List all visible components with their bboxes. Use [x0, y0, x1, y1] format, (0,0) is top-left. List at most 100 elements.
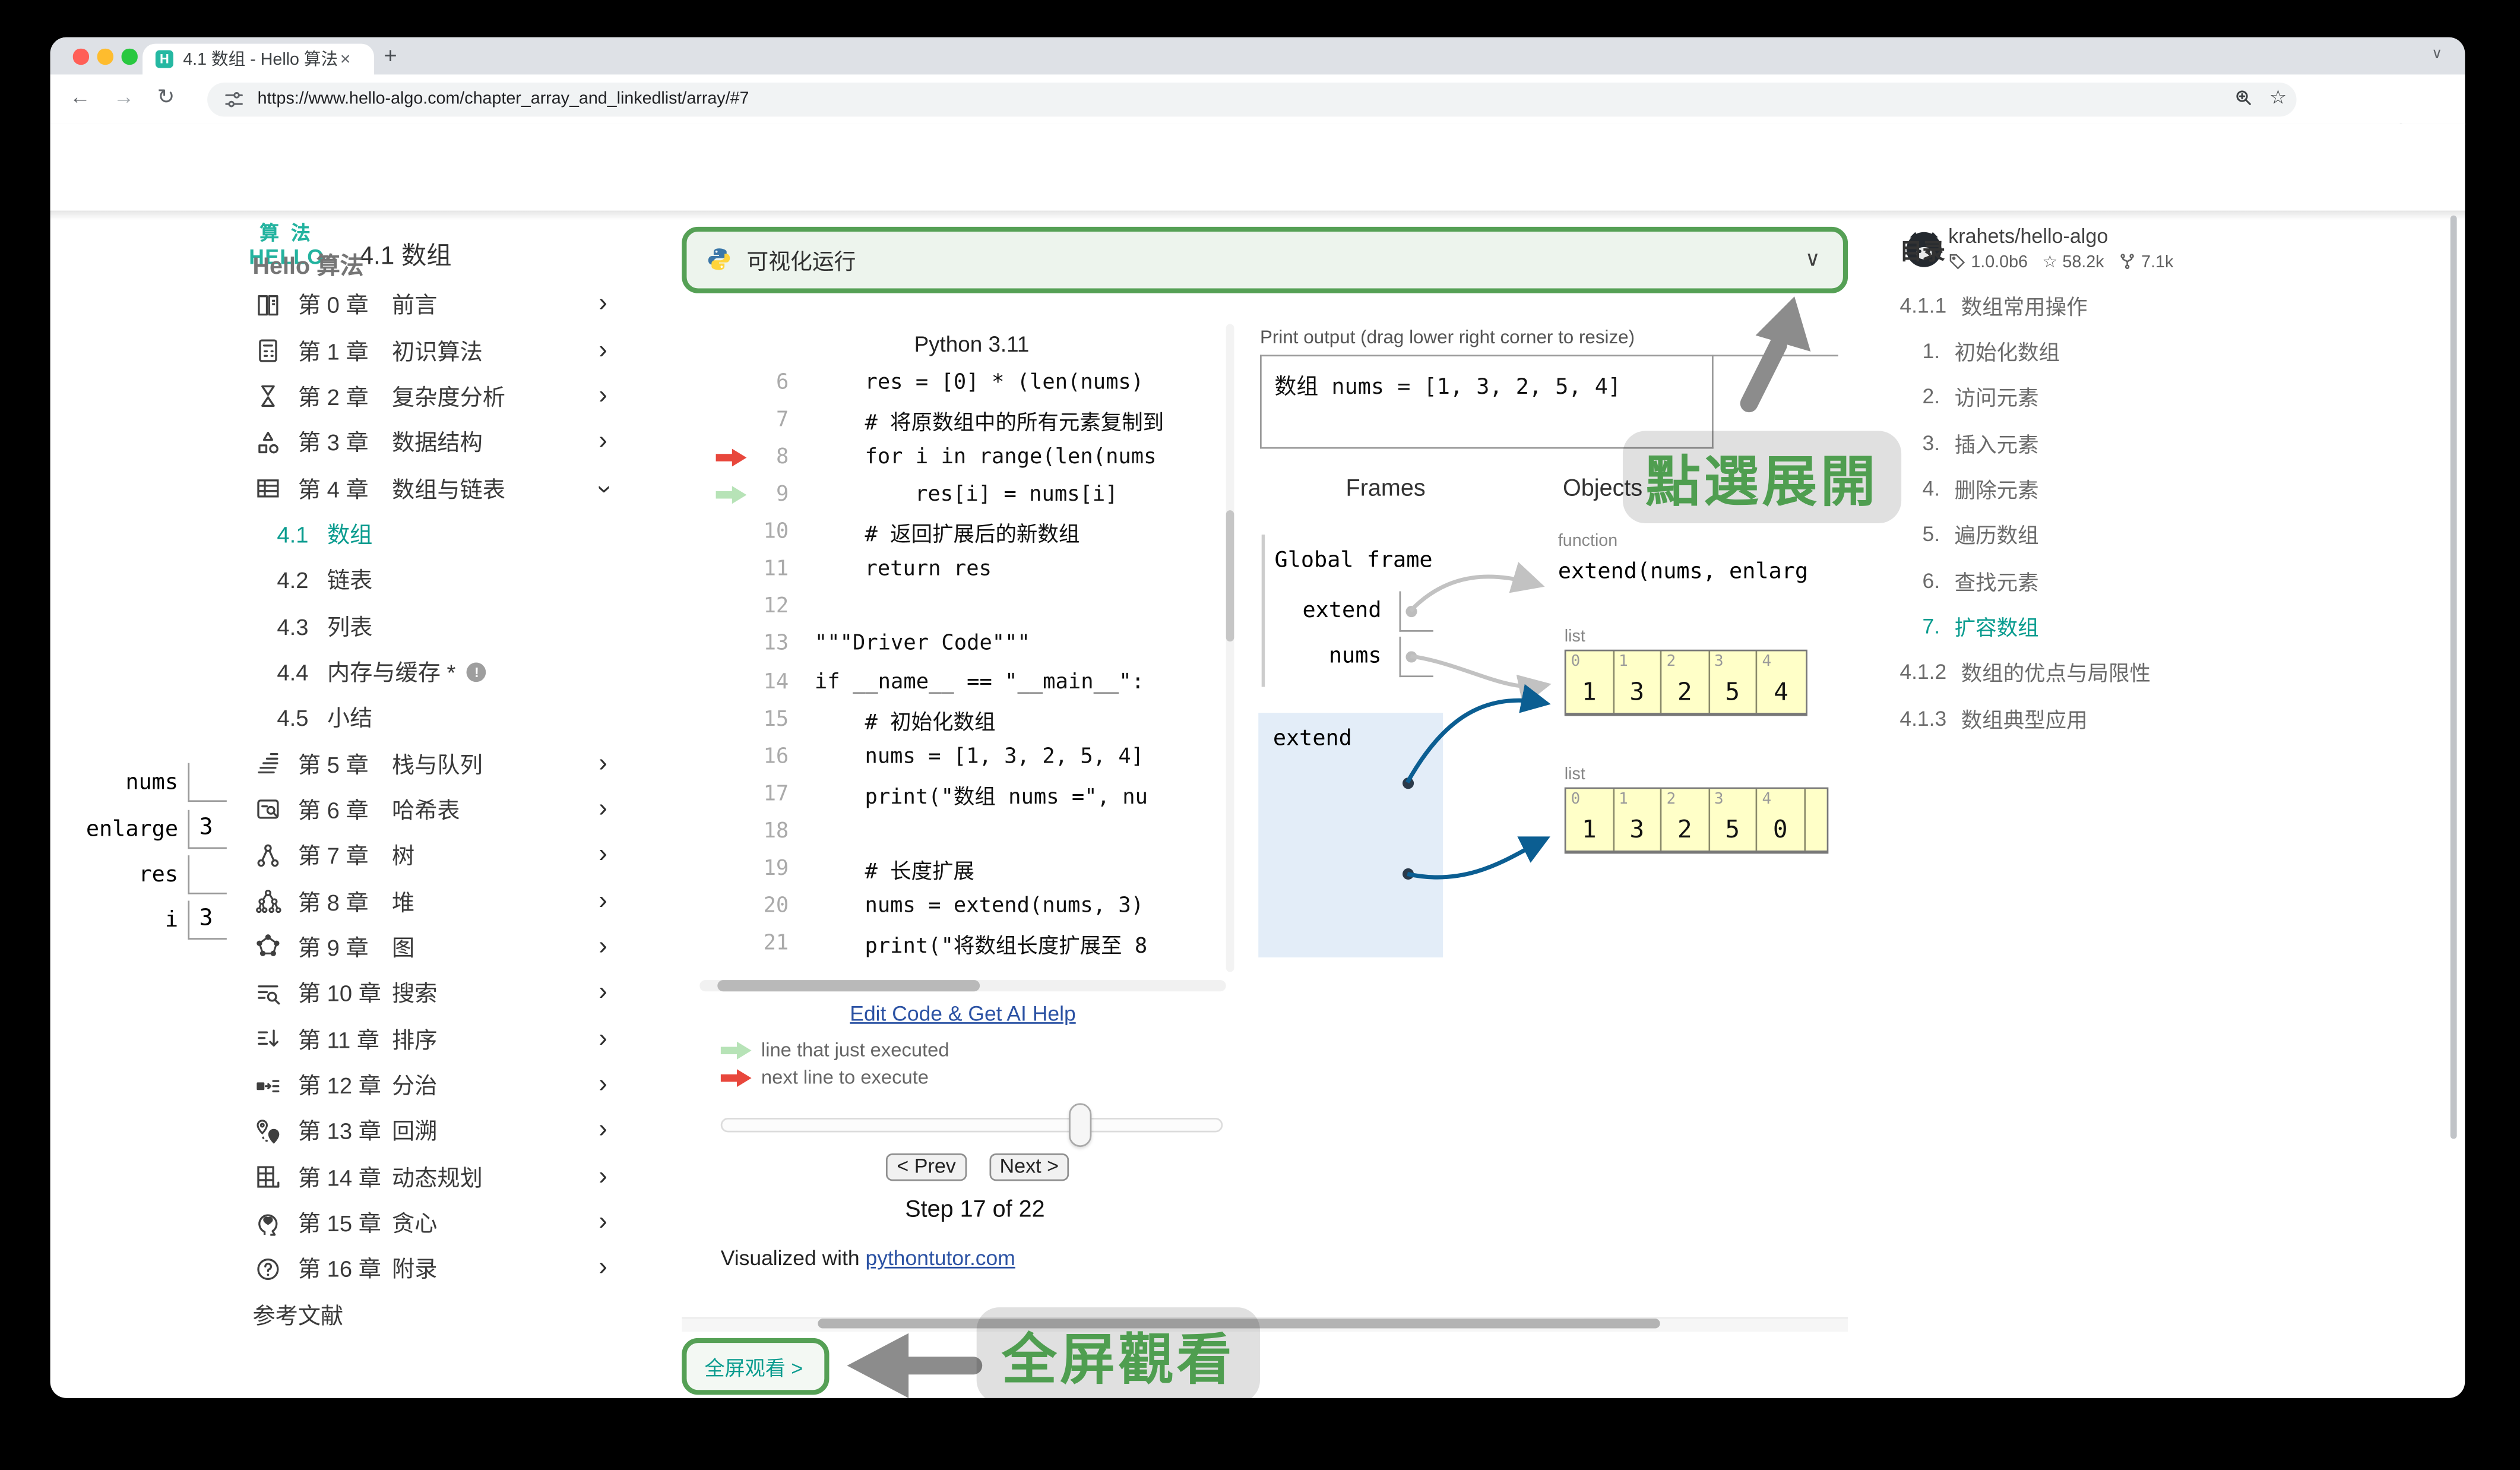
tab-close-icon[interactable]: ×: [340, 49, 351, 69]
python-icon: [706, 246, 732, 273]
arrow-nums-to-list1: [1411, 656, 1545, 687]
reload-button[interactable]: ↻: [157, 84, 175, 110]
back-button[interactable]: ←: [69, 84, 90, 109]
step-slider-thumb[interactable]: [1069, 1103, 1091, 1147]
url-text[interactable]: https://www.hello-algo.com/chapter_array…: [258, 90, 749, 109]
sidebar-item-4-3[interactable]: 4.3 列表: [50, 603, 637, 649]
sidebar-item-4-2[interactable]: 4.2 链表: [50, 557, 637, 603]
toc-item-4[interactable]: 4.删除元素: [1900, 466, 2282, 511]
minimize-window-button[interactable]: [97, 49, 113, 64]
toc-item-6[interactable]: 6.查找元素: [1900, 557, 2282, 603]
arrow-extend-to-function: [1411, 577, 1538, 611]
beta-badge-icon: !: [467, 662, 486, 682]
pythontutor-link[interactable]: pythontutor.com: [866, 1245, 1015, 1270]
code-line: 15# 初始化数组: [699, 701, 1234, 738]
sidebar-item-ch12[interactable]: 第 12 章 分治 ›: [50, 1063, 637, 1108]
code-line: 11return res: [699, 551, 1234, 589]
divide-conquer-icon: [254, 1071, 298, 1099]
zoom-icon[interactable]: [2234, 87, 2255, 108]
frames-heading: Frames: [1346, 476, 1426, 502]
step-indicator: Step 17 of 22: [813, 1197, 1137, 1224]
next-line-arrow-icon: [716, 448, 747, 466]
chevron-right-icon: ›: [599, 1210, 607, 1237]
repo-meta: 1.0.0b6 ☆ 58.2k 7.1k: [1948, 252, 2173, 271]
var-res: res: [65, 861, 178, 887]
sidebar-item-4-1[interactable]: 4.1 数组: [50, 511, 637, 557]
chevron-right-icon: ›: [599, 751, 607, 777]
toc-item-412[interactable]: 4.1.2数组的优点与局限性: [1900, 649, 2282, 695]
browser-tab[interactable]: H 4.1 数组 - Hello 算法 ×: [143, 44, 374, 75]
visual-run-details-toggle[interactable]: 可视化运行 ∨: [682, 227, 1848, 292]
page-title: 4.1 数组: [360, 236, 452, 271]
code-panel[interactable]: 6res = [0] * (len(nums) 7# 将原数组中的所有元素复制到…: [699, 363, 1234, 963]
screenshot-root: H 4.1 数组 - Hello 算法 × + ∨ ← → ↻ https://…: [0, 0, 2520, 1470]
edit-code-link[interactable]: Edit Code & Get AI Help: [699, 1001, 1226, 1026]
browser-window: H 4.1 数组 - Hello 算法 × + ∨ ← → ↻ https://…: [50, 37, 2465, 1398]
page-scrollbar-thumb[interactable]: [2449, 216, 2456, 1139]
sidebar-item-ch3[interactable]: 第 3 章 数据结构 ›: [50, 420, 637, 466]
zoom-window-button[interactable]: [122, 49, 137, 64]
legend-next-line: next line to execute: [721, 1066, 929, 1089]
fork-icon: [2119, 252, 2136, 270]
sidebar-item-ch4[interactable]: 第 4 章 数组与链表 ›: [50, 466, 637, 511]
next-button[interactable]: Next >: [990, 1153, 1069, 1181]
annotation-fullscreen-badge: 全屏觀看: [977, 1307, 1260, 1398]
chevron-right-icon: ›: [599, 1118, 607, 1145]
code-line: 20nums = extend(nums, 3): [699, 888, 1234, 925]
code-horizontal-scrollbar-thumb[interactable]: [717, 980, 980, 991]
site-settings-icon[interactable]: [223, 88, 244, 109]
sidebar-item-ch13[interactable]: 第 13 章 回溯 ›: [50, 1108, 637, 1154]
runtime-label: Python 3.11: [810, 332, 1134, 356]
step-slider[interactable]: [721, 1118, 1223, 1133]
bookmark-star-icon[interactable]: ☆: [2269, 87, 2287, 108]
sidebar-item-ch15[interactable]: 第 15 章 贪心 ›: [50, 1200, 637, 1246]
var-extend-nums-cell: [188, 763, 226, 802]
sidebar-item-ch2[interactable]: 第 2 章 复杂度分析 ›: [50, 374, 637, 419]
arrow-res-to-list2: [1407, 839, 1545, 877]
repo-stars: 58.2k: [2062, 252, 2104, 271]
prev-button[interactable]: < Prev: [886, 1153, 967, 1181]
toc-item-1[interactable]: 1.初始化数组: [1900, 328, 2282, 374]
heap-icon: [254, 888, 298, 915]
sidebar-item-4-5[interactable]: 4.5 小结: [50, 695, 637, 741]
sidebar-item-ch11[interactable]: 第 11 章 排序 ›: [50, 1017, 637, 1063]
stack-icon: [254, 750, 298, 777]
address-bar[interactable]: https://www.hello-algo.com/chapter_array…: [207, 83, 2296, 116]
annotation-expand-badge: 點選展開: [1623, 431, 1901, 523]
fullscreen-view-link[interactable]: 全屏观看 >: [682, 1338, 829, 1395]
chevron-down-icon: ›: [590, 484, 616, 493]
sidebar-item-ch0[interactable]: 第 0 章 前言 ›: [50, 282, 637, 328]
toc-item-3[interactable]: 3.插入元素: [1900, 420, 2282, 466]
just-executed-arrow-icon: [721, 1041, 752, 1058]
toc-item-413[interactable]: 4.1.3数组典型应用: [1900, 695, 2282, 741]
toc-item-5[interactable]: 5.遍历数组: [1900, 511, 2282, 557]
sidebar-item-ch14[interactable]: 第 14 章 动态规划 ›: [50, 1154, 637, 1200]
tab-search-chevron-icon[interactable]: ∨: [2432, 45, 2442, 63]
chevron-right-icon: ›: [599, 1026, 607, 1052]
toc-item-7-active[interactable]: 7.扩容数组: [1900, 603, 2282, 649]
shapes-icon: [254, 429, 298, 456]
close-window-button[interactable]: [73, 49, 88, 64]
sidebar-item-references[interactable]: 参考文献: [50, 1292, 637, 1338]
new-tab-button[interactable]: +: [384, 42, 397, 68]
toc-item-411[interactable]: 4.1.1数组常用操作: [1900, 282, 2282, 328]
toc-item-2[interactable]: 2.访问元素: [1900, 374, 2282, 419]
visualized-with: Visualized with pythontutor.com: [721, 1245, 1015, 1270]
code-line: 14if __name__ == "__main__":: [699, 663, 1234, 701]
sidebar-item-ch10[interactable]: 第 10 章 搜索 ›: [50, 970, 637, 1016]
question-circle-icon: [254, 1256, 298, 1283]
sidebar-item-ch16[interactable]: 第 16 章 附录 ›: [50, 1246, 637, 1292]
code-line: 21print("将数组长度扩展至 8: [699, 925, 1234, 963]
forward-button[interactable]: →: [113, 84, 134, 109]
code-line-just-executed: 9res[i] = nums[i]: [699, 476, 1234, 514]
sidebar-item-4-4[interactable]: 4.4 内存与缓存 * !: [50, 649, 637, 695]
sidebar-site-title: Hello 算法: [252, 248, 363, 282]
array-table-icon: [254, 475, 298, 502]
toc-nav: 4.1.1数组常用操作 1.初始化数组 2.访问元素 3.插入元素 4.删除元素…: [1900, 282, 2282, 741]
sidebar-item-ch1[interactable]: 第 1 章 初识算法 ›: [50, 328, 637, 374]
site-header: 算 法 HELLO 4.1 数组 文A 搜索 krahets/hello-alg…: [50, 122, 2465, 210]
graph-icon: [254, 934, 298, 961]
code-line: 19# 长度扩展: [699, 851, 1234, 888]
var-i-cell: 3: [188, 900, 226, 938]
var-i: i: [65, 906, 178, 932]
